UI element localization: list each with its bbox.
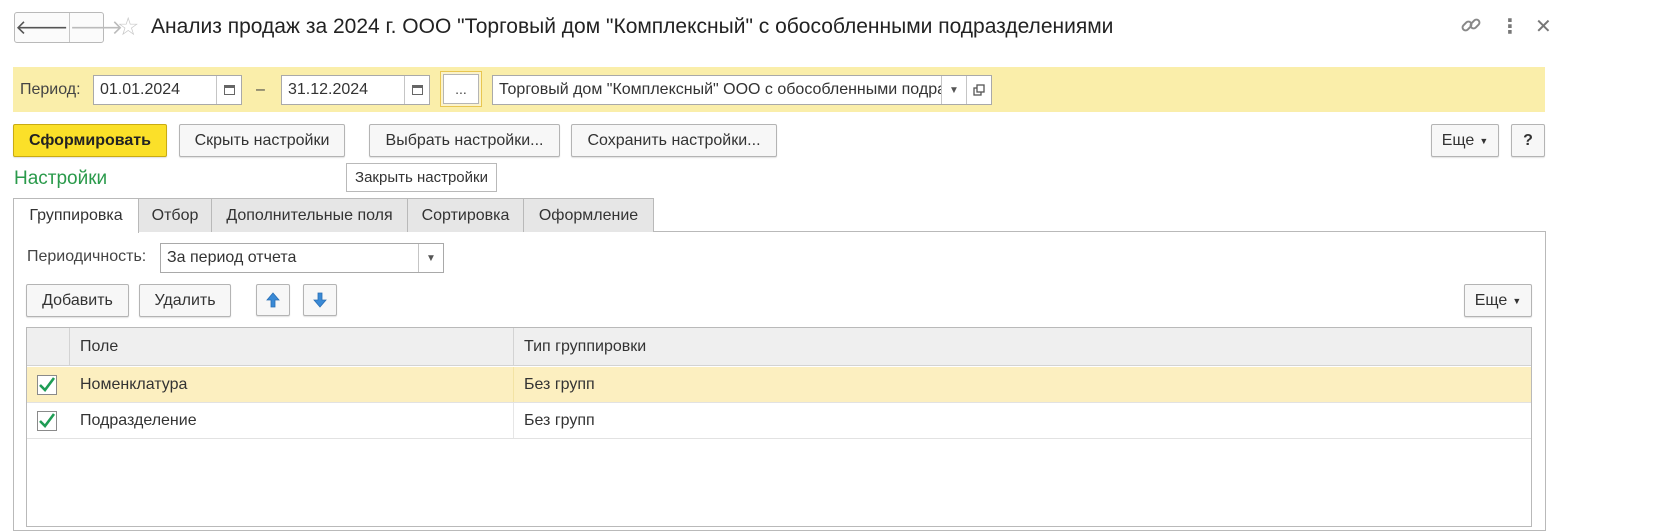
more-label: Еще — [1441, 131, 1475, 149]
checkmark-icon — [39, 412, 56, 428]
chevron-down-icon: ▼ — [1479, 135, 1489, 146]
period-select-label: ... — [443, 74, 479, 104]
period-start-value: 01.01.2024 — [100, 81, 181, 98]
tab-grouping[interactable]: Группировка — [13, 198, 139, 233]
period-select-button[interactable]: ... — [440, 71, 482, 107]
period-start-field[interactable]: 01.01.2024 — [93, 75, 242, 105]
calendar-icon[interactable] — [216, 76, 241, 104]
grid-more-button[interactable]: Еще ▼ — [1464, 284, 1532, 317]
periodicity-label: Периодичность: — [27, 248, 147, 265]
row-field: Номенклатура — [80, 375, 188, 393]
move-down-button[interactable] — [303, 284, 337, 316]
back-button[interactable]: 🡐 — [15, 13, 69, 42]
forward-button[interactable]: 🡒 — [68, 13, 124, 42]
arrow-down-icon — [313, 292, 327, 308]
table-row[interactable]: Номенклатура Без групп — [27, 367, 1531, 403]
hide-settings-button[interactable]: Скрыть настройки — [179, 124, 345, 157]
generate-button[interactable]: Сформировать — [13, 124, 167, 157]
tab-sorting[interactable]: Сортировка — [407, 198, 524, 232]
chevron-down-icon[interactable]: ▼ — [418, 244, 443, 272]
add-button[interactable]: Добавить — [26, 284, 129, 317]
save-settings-button[interactable]: Сохранить настройки... — [571, 124, 777, 157]
arrow-right-icon: 🡒 — [69, 17, 124, 39]
tab-appearance[interactable]: Оформление — [523, 198, 654, 232]
more-label: Еще — [1474, 291, 1508, 309]
row-grouping-type: Без групп — [513, 403, 1531, 438]
more-button[interactable]: Еще ▼ — [1431, 124, 1499, 157]
row-field: Подразделение — [80, 411, 197, 429]
column-header-field[interactable]: Поле — [80, 328, 510, 365]
chevron-down-icon: ▼ — [1512, 295, 1522, 306]
period-end-value: 31.12.2024 — [288, 81, 369, 98]
row-checkbox[interactable] — [37, 367, 59, 402]
tab-filter[interactable]: Отбор — [138, 198, 212, 232]
organization-field[interactable]: Торговый дом "Комплексный" ООО с обособл… — [492, 75, 992, 105]
periodicity-value: За период отчета — [167, 249, 297, 266]
choose-settings-button[interactable]: Выбрать настройки... — [369, 124, 560, 157]
row-checkbox[interactable] — [37, 403, 59, 438]
move-up-button[interactable] — [256, 284, 290, 316]
tooltip: Закрыть настройки — [346, 163, 497, 192]
period-dash: – — [256, 81, 265, 98]
open-window-icon[interactable] — [966, 76, 991, 104]
period-label: Период: — [20, 81, 81, 98]
chevron-down-icon[interactable]: ▼ — [941, 76, 966, 104]
calendar-icon[interactable] — [404, 76, 429, 104]
periodicity-select[interactable]: За период отчета ▼ — [160, 243, 444, 273]
organization-value: Торговый дом "Комплексный" ООО с обособл… — [499, 81, 941, 98]
arrow-up-icon — [266, 292, 280, 308]
checkmark-icon — [39, 376, 56, 392]
grouping-table: Поле Тип группировки Номенклатура Без гр… — [26, 327, 1532, 527]
arrow-left-icon: 🡐 — [15, 17, 69, 39]
tab-additional-fields[interactable]: Дополнительные поля — [211, 198, 408, 232]
favorite-star-icon[interactable]: ☆ — [117, 12, 139, 42]
link-icon[interactable] — [1460, 14, 1482, 43]
window-title: Анализ продаж за 2024 г. ООО "Торговый д… — [151, 15, 1114, 38]
period-end-field[interactable]: 31.12.2024 — [281, 75, 430, 105]
row-grouping-type: Без групп — [513, 367, 1531, 402]
table-header: Поле Тип группировки — [27, 328, 1531, 366]
table-row[interactable]: Подразделение Без групп — [27, 403, 1531, 439]
more-vertical-icon[interactable]: ⋮ — [1500, 14, 1520, 40]
header-check-column — [27, 328, 70, 365]
column-header-grouping-type[interactable]: Тип группировки — [513, 328, 1531, 365]
help-button[interactable]: ? — [1511, 124, 1545, 157]
delete-button[interactable]: Удалить — [139, 284, 231, 317]
settings-title: Настройки — [14, 168, 108, 189]
close-icon[interactable]: ✕ — [1535, 14, 1552, 40]
history-nav: 🡐 🡒 — [14, 12, 123, 43]
